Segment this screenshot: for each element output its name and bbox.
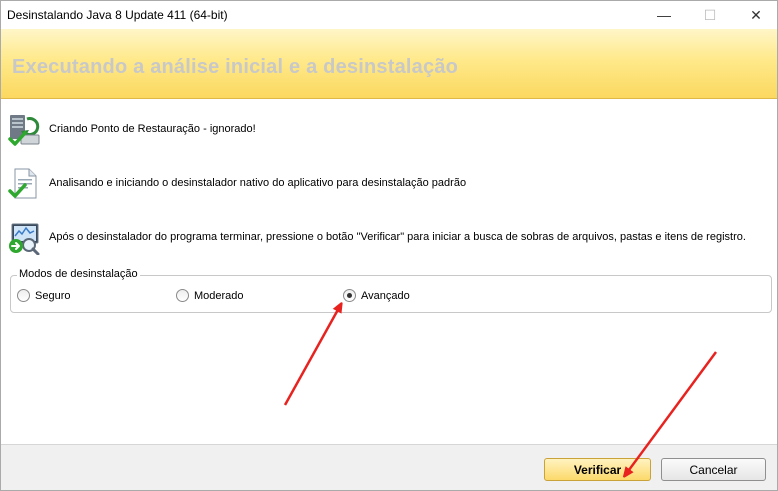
step-verify-instructions: Após o desinstalador do programa termina…	[7, 221, 767, 255]
banner-title: Executando a análise inicial e a desinst…	[12, 56, 459, 78]
monitor-search-icon	[9, 223, 40, 255]
uninstall-modes-group: Modos de desinstalação Seguro Moderado A…	[10, 268, 772, 313]
verify-button[interactable]: Verificar	[544, 458, 651, 481]
restore-point-icon	[8, 115, 40, 146]
cancel-button[interactable]: Cancelar	[661, 458, 766, 481]
footer-bar: Verificar Cancelar	[1, 444, 777, 490]
radio-circle[interactable]	[17, 289, 30, 302]
radio-moderado[interactable]: Moderado	[176, 289, 244, 302]
window-title: Desinstalando Java 8 Update 411 (64-bit)	[7, 8, 228, 22]
radio-seguro[interactable]: Seguro	[17, 289, 70, 302]
document-check-icon	[8, 168, 37, 199]
step-restore-point: Criando Ponto de Restauração - ignorado!	[7, 113, 767, 147]
step-native-uninstaller: Analisando e iniciando o desinstalador n…	[7, 167, 767, 201]
step-text: Após o desinstalador do programa termina…	[49, 231, 746, 243]
title-bar[interactable]: Desinstalando Java 8 Update 411 (64-bit)…	[1, 1, 777, 29]
radio-avancado[interactable]: Avançado	[343, 289, 410, 302]
radio-circle[interactable]	[176, 289, 189, 302]
radio-circle[interactable]	[343, 289, 356, 302]
radio-label: Seguro	[35, 289, 71, 302]
group-legend: Modos de desinstalação	[17, 268, 140, 280]
step-text: Analisando e iniciando o desinstalador n…	[49, 177, 467, 189]
radio-label: Avançado	[361, 289, 410, 302]
step-text: Criando Ponto de Restauração - ignorado!	[49, 123, 256, 135]
close-button[interactable]: ✕	[733, 1, 778, 29]
radio-label: Moderado	[194, 289, 244, 302]
uninstaller-window: Desinstalando Java 8 Update 411 (64-bit)…	[0, 0, 778, 491]
header-banner: Executando a análise inicial e a desinst…	[1, 29, 777, 99]
minimize-button[interactable]: —	[641, 1, 687, 29]
maximize-button[interactable]: ☐	[687, 1, 733, 29]
